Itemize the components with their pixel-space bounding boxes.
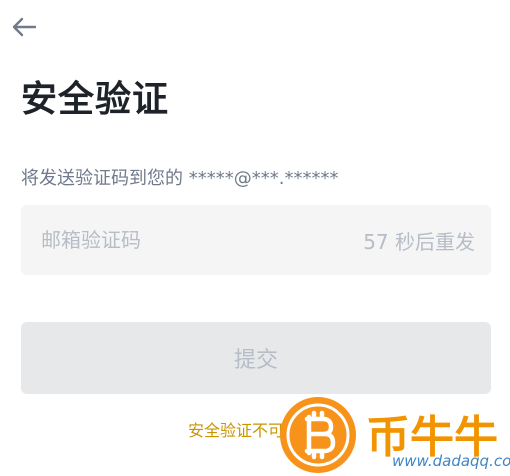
bitcoin-logo-icon bbox=[280, 397, 356, 473]
submit-button[interactable]: 提交 bbox=[21, 322, 491, 394]
page-title: 安全验证 bbox=[21, 79, 170, 120]
arrow-left-icon bbox=[12, 17, 37, 37]
security-verification-screen: 安全验证 将发送验证码到您的 *****@***.****** 57 秒后重发 … bbox=[0, 0, 510, 476]
email-code-input[interactable] bbox=[39, 227, 364, 253]
email-code-field: 57 秒后重发 bbox=[21, 205, 491, 275]
resend-countdown-button[interactable]: 57 秒后重发 bbox=[363, 226, 475, 255]
verification-target-text: 将发送验证码到您的 *****@***.****** bbox=[21, 168, 339, 189]
watermark-url-text: www.dadaqq.com bbox=[392, 452, 510, 470]
back-button[interactable] bbox=[8, 12, 40, 42]
